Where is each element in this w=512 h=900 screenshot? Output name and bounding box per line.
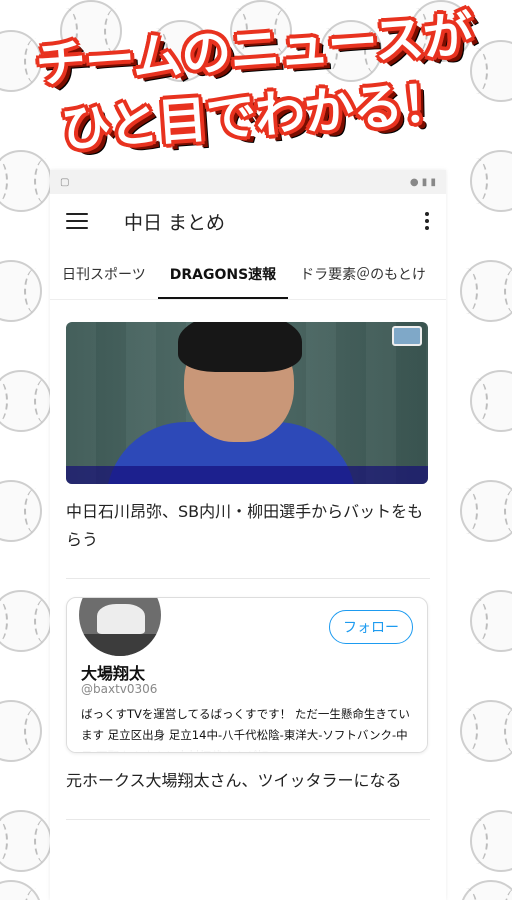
baseball-icon <box>470 370 512 432</box>
embedded-tweet: フォロー 大場翔太 @baxtv0306 ばっくすTVを運営してるばっくすです！… <box>66 597 428 753</box>
app-bar: 中日 まとめ <box>50 194 446 248</box>
notification-icon: ▢ <box>60 176 70 188</box>
follow-button[interactable]: フォロー <box>329 610 413 644</box>
baseball-icon <box>470 590 512 652</box>
baseball-icon <box>470 810 512 872</box>
baseball-icon <box>0 370 52 432</box>
baseball-icon <box>0 810 52 872</box>
baseball-icon <box>0 590 52 652</box>
article-card[interactable]: フォロー 大場翔太 @baxtv0306 ばっくすTVを運営してるばっくすです！… <box>66 579 430 820</box>
article-feed: 中日石川昂弥、SB内川・柳田選手からバットをもらう フォロー 大場翔太 @bax… <box>50 300 446 820</box>
app-title: 中日 まとめ <box>124 211 226 234</box>
tab-dragons-sokuho[interactable]: DRAGONS速報 <box>157 248 289 299</box>
status-icons: ● ▮ ▮ <box>409 176 436 188</box>
menu-icon[interactable] <box>66 213 88 229</box>
article-card[interactable]: 中日石川昂弥、SB内川・柳田選手からバットをもらう <box>66 300 430 579</box>
status-bar: ▢ ● ▮ ▮ <box>50 170 446 194</box>
source-tabs: 日刊スポーツ DRAGONS速報 ドラ要素＠のもとけ <box>50 248 446 300</box>
baseball-icon <box>0 880 42 900</box>
avatar <box>79 598 161 656</box>
phone-screen: ▢ ● ▮ ▮ 中日 まとめ 日刊スポーツ DRAGONS速報 ドラ要素＠のもと… <box>50 170 446 900</box>
article-thumbnail <box>66 322 428 484</box>
tab-dora-yoso[interactable]: ドラ要素＠のもとけ <box>288 248 438 299</box>
baseball-icon <box>460 700 512 762</box>
tweet-author-handle: @baxtv0306 <box>81 682 158 696</box>
baseball-icon <box>0 700 42 762</box>
more-options-icon[interactable] <box>424 212 430 230</box>
baseball-icon <box>0 260 42 322</box>
article-title: 中日石川昂弥、SB内川・柳田選手からバットをもらう <box>66 502 424 549</box>
baseball-icon <box>460 880 512 900</box>
promo-headline: チームのニュースが ひと目でわかる！ <box>0 6 512 159</box>
tab-nikkan-sports[interactable]: 日刊スポーツ <box>50 248 158 299</box>
baseball-icon <box>470 150 512 212</box>
baseball-icon <box>460 480 512 542</box>
baseball-icon <box>0 480 42 542</box>
tv-caption-strip <box>66 466 428 484</box>
baseball-icon <box>460 260 512 322</box>
article-title: 元ホークス大場翔太さん、ツイッタラーになる <box>66 771 402 790</box>
tv-logo-icon <box>392 326 422 346</box>
tweet-author-name: 大場翔太 <box>81 664 146 683</box>
